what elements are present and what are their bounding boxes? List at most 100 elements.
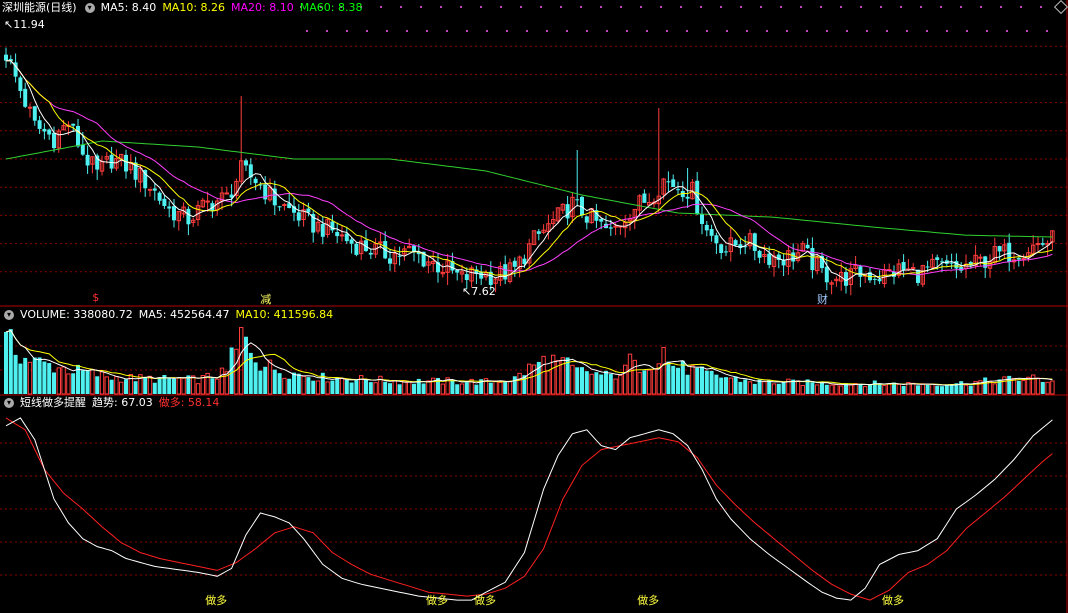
ma-legend-items: MA5: 8.40 MA10: 8.26 MA20: 8.10 MA60: 8.38 (101, 1, 369, 14)
volume-bar (512, 376, 517, 394)
candle-body (704, 224, 709, 231)
candle-body (512, 260, 517, 267)
volume-bar (877, 383, 882, 394)
volume-bar (147, 375, 153, 395)
volume-bar (580, 367, 584, 394)
top-dot-marker (846, 30, 848, 32)
indicator-settings-icon[interactable]: ▾ (84, 3, 95, 13)
volume-bar (872, 380, 877, 394)
top-dot-marker (380, 6, 382, 8)
volume-bar (8, 329, 13, 394)
volume-bar (795, 380, 801, 395)
volume-bar (99, 371, 105, 395)
volume-bar (349, 382, 354, 394)
volume-bar (474, 384, 479, 394)
volume-bar (949, 384, 954, 394)
volume-bar (815, 384, 820, 395)
top-dot-marker (1000, 6, 1002, 8)
ma60-line (5, 140, 1053, 238)
top-dot-marker (940, 6, 942, 8)
volume-settings-icon[interactable]: ▾ (4, 310, 14, 320)
volume-bar (80, 370, 85, 394)
volume-bar (604, 370, 608, 394)
volume-bar (584, 371, 589, 394)
volume-bar (373, 382, 378, 395)
volume-bar (215, 378, 220, 395)
top-dot-marker (706, 30, 708, 32)
top-dot-marker (460, 6, 462, 8)
indicator-panel-settings-icon[interactable]: ▾ (4, 398, 14, 408)
volume-bar (104, 376, 109, 395)
volume-bar (935, 385, 940, 394)
top-dot-marker (660, 6, 662, 8)
candle-body (378, 241, 383, 244)
low-price-label: ↖7.62 (462, 285, 496, 298)
volume-bar (114, 376, 119, 395)
event-marker-1[interactable]: 减 (260, 291, 271, 307)
stock-chart-window[interactable]: 深圳能源(日线) ▾ MA5: 8.40 MA10: 8.26 MA20: 8.10 MA… (0, 0, 1068, 613)
candle-body (147, 188, 153, 191)
volume-bar (834, 384, 839, 395)
volume-bar (459, 383, 465, 395)
volume-bar (944, 384, 949, 394)
candle-body (85, 154, 90, 166)
top-dot-marker (840, 6, 842, 8)
high-price-label: ↖11.94 (4, 18, 45, 31)
candle-body (244, 160, 248, 166)
volume-bar (632, 359, 637, 395)
volume-bar (1045, 381, 1050, 395)
candle-body (42, 128, 47, 132)
volume-bar (608, 373, 613, 394)
top-dot-marker (440, 6, 442, 8)
top-dot-marker (880, 6, 882, 8)
volume-bar (848, 384, 853, 395)
volume-bar (724, 377, 728, 394)
candle-body (685, 196, 690, 199)
volume-bar (13, 354, 18, 394)
volume-bar (527, 363, 532, 395)
candle-body (714, 235, 719, 244)
candle-body (277, 206, 282, 208)
volume-bar (195, 383, 201, 395)
volume-bar (119, 381, 124, 395)
volume-bar (52, 372, 56, 394)
event-marker-2[interactable]: 财 (817, 291, 828, 307)
volume-bar (210, 378, 215, 394)
volume-bar (781, 381, 786, 394)
top-dot-marker (566, 30, 568, 32)
volume-bar (450, 379, 455, 394)
volume-bar (335, 377, 340, 394)
top-dot-marker (366, 30, 368, 32)
signal-label-1: 做多 (426, 594, 448, 607)
volume-bar (863, 386, 868, 395)
candle-body (37, 120, 42, 129)
volume-bar (498, 381, 503, 395)
volume-bar (676, 367, 680, 394)
volume-bar (172, 378, 176, 394)
candle-body (757, 250, 762, 258)
volume-bar (627, 353, 633, 395)
candle-body (752, 233, 757, 251)
volume-bar (901, 385, 906, 394)
volume-bar (661, 346, 666, 395)
volume-bar (344, 380, 349, 394)
volume-bar (85, 370, 90, 394)
top-dot-marker (666, 30, 668, 32)
candle-body (872, 278, 877, 280)
top-dot-marker (866, 30, 868, 32)
volume-bar (728, 377, 733, 395)
top-dot-marker (480, 6, 482, 8)
candle-body (1007, 242, 1012, 262)
ma-legend-item-2: MA20: 8.10 (231, 1, 294, 14)
top-dot-marker (786, 30, 788, 32)
top-dot-marker (906, 30, 908, 32)
top-dot-marker (400, 6, 402, 8)
top-dot-marker (760, 6, 762, 8)
candle-body (344, 233, 349, 242)
volume-bar (959, 381, 964, 394)
volume-bar (810, 382, 815, 394)
volume-bar (507, 380, 513, 395)
volume-bar (695, 367, 700, 394)
event-marker-0[interactable]: $ (92, 291, 99, 304)
candle-body (767, 253, 772, 265)
